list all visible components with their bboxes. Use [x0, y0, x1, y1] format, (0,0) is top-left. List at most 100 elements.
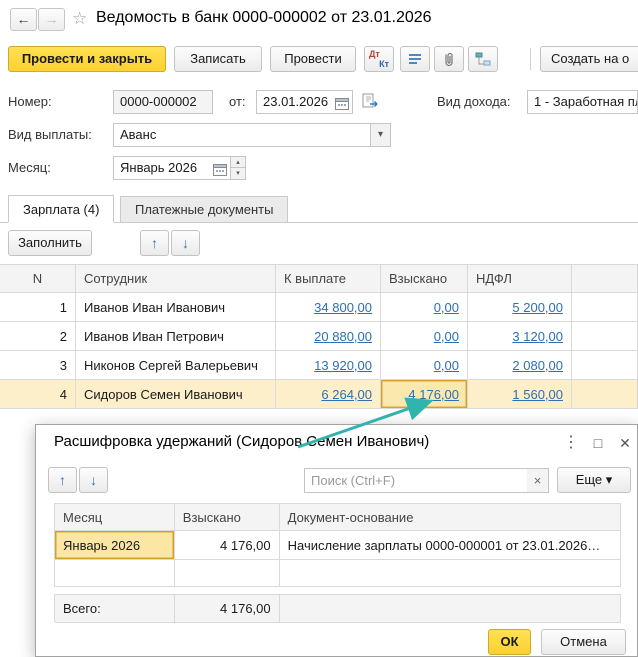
header-withheld[interactable]: Взыскано	[174, 504, 280, 531]
table-row-selected[interactable]: 4 Сидоров Семен Иванович 6 264,00 4 176,…	[0, 380, 638, 409]
filler-cell	[572, 351, 638, 380]
tab-bar: Зарплата (4) Платежные документы	[0, 195, 638, 223]
ndfl-link[interactable]: 2 080,00	[512, 358, 563, 373]
employee-cell[interactable]: Иванов Иван Иванович	[76, 293, 276, 322]
payment-type-value: Аванс	[120, 127, 157, 142]
list-lines-icon	[409, 54, 421, 64]
number-label: Номер:	[8, 94, 52, 109]
more-button[interactable]: Еще ▾	[557, 467, 631, 493]
create-based-on-button[interactable]: Создать на о	[540, 46, 638, 72]
number-field[interactable]: 0000-000002	[113, 90, 213, 114]
table-row[interactable]: 3 Никонов Сергей Валерьевич 13 920,00 0,…	[0, 351, 638, 380]
income-type-label: Вид дохода:	[437, 94, 511, 109]
fill-button[interactable]: Заполнить	[8, 230, 92, 256]
employee-cell[interactable]: Иванов Иван Петрович	[76, 322, 276, 351]
search-clear-icon[interactable]: ×	[527, 468, 549, 493]
dialog-table-row[interactable]: Январь 2026 4 176,00 Начисление зарплаты…	[55, 531, 621, 560]
month-label: Месяц:	[8, 160, 51, 175]
document-arrow-icon	[362, 93, 378, 108]
dialog-move-up-button[interactable]: ↑	[48, 467, 77, 493]
calendar-icon[interactable]	[213, 161, 227, 179]
header-ndfl[interactable]: НДФЛ	[468, 265, 572, 293]
fill-from-document-button[interactable]	[362, 93, 382, 111]
header-month[interactable]: Месяц	[55, 504, 175, 531]
month-cell-selected[interactable]: Январь 2026	[55, 531, 175, 560]
page-title: Ведомость в банк 0000-000002 от 23.01.20…	[96, 9, 432, 26]
withheld-cell-selected[interactable]: 4 176,00	[381, 380, 468, 409]
payment-type-label: Вид выплаты:	[8, 127, 92, 142]
payout-link[interactable]: 6 264,00	[321, 387, 372, 402]
dtkt-postings-button[interactable]: Дт Кт	[364, 46, 394, 72]
header-document[interactable]: Документ-основание	[279, 504, 621, 531]
payout-link[interactable]: 20 880,00	[314, 329, 372, 344]
move-down-button[interactable]: ↓	[171, 230, 200, 256]
ndfl-link[interactable]: 3 120,00	[512, 329, 563, 344]
totals-row: Всего: 4 176,00	[54, 594, 621, 623]
write-button[interactable]: Записать	[174, 46, 262, 72]
month-spinner: ▴ ▾	[231, 156, 246, 180]
header-filler	[572, 265, 638, 293]
post-and-close-button[interactable]: Провести и закрыть	[8, 46, 166, 72]
move-up-button[interactable]: ↑	[140, 230, 169, 256]
withheld-link[interactable]: 4 176,00	[408, 387, 459, 402]
toolbar-separator	[530, 48, 531, 70]
post-button[interactable]: Провести	[270, 46, 356, 72]
payout-link[interactable]: 13 920,00	[314, 358, 372, 373]
employee-cell[interactable]: Сидоров Семен Иванович	[76, 380, 276, 409]
forward-icon: →	[44, 11, 59, 27]
filler-cell	[572, 322, 638, 351]
close-icon[interactable]: ✕	[613, 431, 637, 455]
withheld-cell[interactable]: 4 176,00	[174, 531, 280, 560]
paperclip-icon	[445, 52, 453, 67]
structure-button[interactable]	[468, 46, 498, 72]
document-cell[interactable]: Начисление зарплаты 0000-000001 от 23.01…	[279, 531, 621, 560]
attachments-button[interactable]	[434, 46, 464, 72]
payout-link[interactable]: 34 800,00	[314, 300, 372, 315]
app-window: ← → ☆ Ведомость в банк 0000-000002 от 23…	[0, 0, 638, 657]
filler-cell	[572, 380, 638, 409]
forward-button[interactable]: →	[38, 8, 65, 31]
calendar-icon[interactable]	[335, 95, 349, 113]
employee-cell[interactable]: Никонов Сергей Валерьевич	[76, 351, 276, 380]
header-withheld[interactable]: Взыскано	[381, 265, 468, 293]
withheld-link[interactable]: 0,00	[434, 329, 459, 344]
income-type-field[interactable]: 1 - Заработная пл	[527, 90, 638, 114]
table-row[interactable]: 1 Иванов Иван Иванович 34 800,00 0,00 5 …	[0, 293, 638, 322]
reports-button[interactable]	[400, 46, 430, 72]
ndfl-link[interactable]: 5 200,00	[512, 300, 563, 315]
tab-salary[interactable]: Зарплата (4)	[8, 195, 115, 223]
header-payout[interactable]: К выплате	[276, 265, 381, 293]
row-number: 3	[0, 351, 76, 380]
month-value: Январь 2026	[120, 160, 198, 175]
kebab-menu-icon[interactable]: ⋮	[559, 431, 583, 455]
month-field[interactable]: Январь 2026	[113, 156, 231, 180]
structure-icon	[475, 52, 491, 65]
dialog-header-row: Месяц Взыскано Документ-основание	[55, 504, 621, 531]
withheld-link[interactable]: 0,00	[434, 300, 459, 315]
ok-button[interactable]: ОК	[488, 629, 531, 655]
date-field[interactable]: 23.01.2026	[256, 90, 353, 114]
table-header-row: N Сотрудник К выплате Взыскано НДФЛ	[0, 265, 638, 293]
row-number: 4	[0, 380, 76, 409]
payment-type-field[interactable]: Аванс ▾	[113, 123, 391, 147]
search-box	[304, 468, 528, 493]
favorite-star-icon[interactable]: ☆	[72, 9, 87, 29]
dialog-empty-row[interactable]	[55, 560, 621, 587]
dialog-move-down-button[interactable]: ↓	[79, 467, 108, 493]
spin-up-icon[interactable]: ▴	[231, 157, 245, 168]
ndfl-link[interactable]: 1 560,00	[512, 387, 563, 402]
withheld-link[interactable]: 0,00	[434, 358, 459, 373]
table-row[interactable]: 2 Иванов Иван Петрович 20 880,00 0,00 3 …	[0, 322, 638, 351]
search-input[interactable]	[305, 469, 527, 492]
chevron-down-icon[interactable]: ▾	[370, 124, 390, 146]
header-employee[interactable]: Сотрудник	[76, 265, 276, 293]
dtkt-icon: Дт Кт	[369, 49, 389, 69]
tab-payment-documents[interactable]: Платежные документы	[120, 196, 289, 223]
cancel-button[interactable]: Отмена	[541, 629, 626, 655]
spin-down-icon[interactable]: ▾	[231, 168, 245, 179]
header-n[interactable]: N	[0, 265, 76, 293]
maximize-icon[interactable]: □	[586, 431, 610, 455]
back-icon: ←	[16, 11, 31, 27]
withholding-details-dialog: Расшифровка удержаний (Сидоров Семен Ива…	[35, 424, 638, 657]
back-button[interactable]: ←	[10, 8, 37, 31]
